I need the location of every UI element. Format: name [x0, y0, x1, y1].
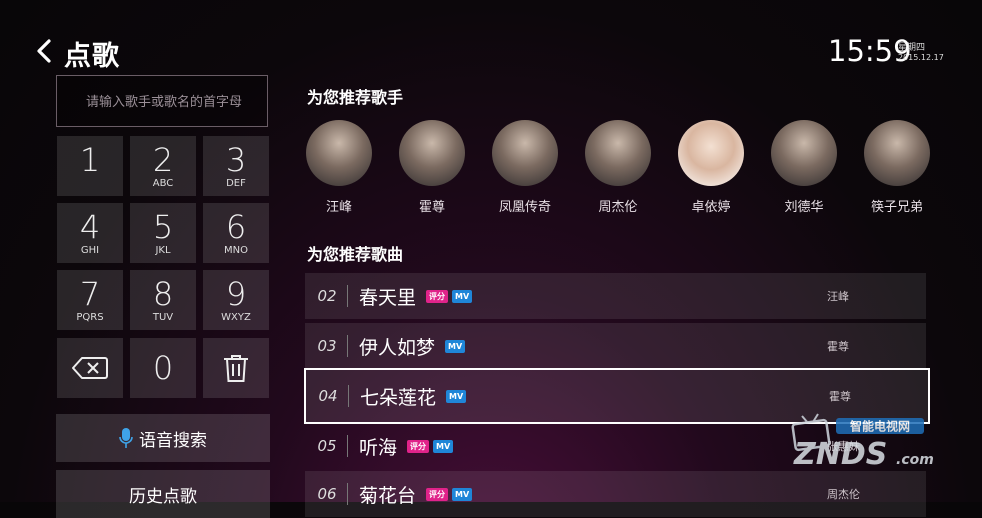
watermark-brand: ZNDS	[793, 437, 887, 472]
key-digit: 3	[225, 140, 247, 179]
mv-badge: MV	[433, 439, 454, 453]
singer-item[interactable]: 汪峰	[299, 120, 379, 215]
mv-badge: MV	[452, 487, 473, 501]
back-icon[interactable]	[34, 38, 56, 64]
divider	[347, 335, 348, 357]
key-9[interactable]: 9 WXYZ	[203, 270, 269, 330]
avatar	[585, 120, 651, 186]
mv-badge: MV	[446, 389, 467, 403]
song-title: 听海	[359, 436, 398, 459]
recommended-singers-title: 为您推荐歌手	[307, 88, 404, 107]
song-artist: 霍尊	[827, 340, 849, 353]
voice-search-button[interactable]: 语音搜索	[56, 414, 270, 462]
singer-name: 凤凰传奇	[498, 200, 551, 215]
key-letters: MNO	[224, 244, 248, 256]
key-digit: 1	[79, 140, 101, 179]
score-badge: 评分	[426, 289, 449, 303]
score-badge: 评分	[426, 487, 449, 501]
song-row[interactable]: 03 伊人如梦 MV 霍尊	[305, 323, 926, 369]
voice-search-label: 语音搜索	[139, 430, 207, 451]
score-badge: 评分	[407, 439, 430, 453]
singer-name: 刘德华	[784, 200, 824, 215]
backspace-icon	[72, 357, 108, 379]
key-7[interactable]: 7 PQRS	[57, 270, 123, 330]
key-2[interactable]: 2 ABC	[130, 136, 196, 196]
avatar	[399, 120, 465, 186]
singer-item[interactable]: 周杰伦	[578, 120, 658, 215]
key-4[interactable]: 4 GHI	[57, 203, 123, 263]
song-title: 春天里	[359, 286, 417, 309]
avatar	[492, 120, 558, 186]
backspace-key[interactable]	[57, 338, 123, 398]
page-title: 点歌	[64, 41, 120, 72]
history-button[interactable]: 历史点歌	[56, 470, 270, 518]
key-3[interactable]: 3 DEF	[203, 136, 269, 196]
divider	[348, 385, 349, 407]
singer-item[interactable]: 霍尊	[392, 120, 472, 215]
singer-item[interactable]: 筷子兄弟	[857, 120, 937, 215]
song-number: 06	[317, 485, 337, 503]
key-5[interactable]: 5 JKL	[130, 203, 196, 263]
singer-item[interactable]: 卓依婷	[671, 120, 751, 215]
watermark-domain: .com	[896, 452, 934, 468]
weekday-label: 星期四	[898, 43, 926, 53]
singer-name: 周杰伦	[598, 200, 638, 215]
song-artist: 汪峰	[827, 290, 849, 303]
key-digit: 4	[79, 207, 101, 246]
key-letters: TUV	[152, 311, 174, 323]
key-letters: WXYZ	[221, 311, 251, 323]
singer-item[interactable]: 刘德华	[764, 120, 844, 215]
mv-badge: MV	[445, 339, 466, 353]
song-row[interactable]: 06 菊花台 评分 MV 周杰伦	[305, 471, 926, 517]
key-digit: 2	[152, 140, 174, 179]
song-title: 七朵莲花	[360, 386, 437, 409]
key-letters: GHI	[80, 244, 100, 256]
history-label: 历史点歌	[129, 486, 197, 507]
song-title: 伊人如梦	[359, 336, 436, 359]
search-box[interactable]	[56, 75, 271, 128]
mv-badge: MV	[452, 289, 473, 303]
key-8[interactable]: 8 TUV	[130, 270, 196, 330]
song-artist: 周杰伦	[827, 488, 860, 501]
key-digit: 0	[152, 349, 174, 387]
avatar	[771, 120, 837, 186]
recommended-songs-title: 为您推荐歌曲	[307, 245, 404, 264]
key-letters: PQRS	[76, 311, 104, 323]
key-digit: 5	[152, 207, 174, 246]
microphone-icon	[119, 428, 133, 448]
key-0[interactable]: 0	[130, 338, 196, 398]
key-1[interactable]: 1	[57, 136, 123, 196]
singer-name: 筷子兄弟	[870, 200, 923, 215]
singer-item[interactable]: 凤凰传奇	[485, 120, 565, 215]
key-digit: 7	[79, 274, 101, 313]
znds-watermark-logo: 智能电视网 ZNDS .com	[791, 413, 934, 472]
divider	[347, 435, 348, 457]
singer-name: 汪峰	[325, 200, 352, 215]
song-title: 菊花台	[359, 484, 417, 507]
key-letters: DEF	[226, 177, 246, 189]
avatar	[678, 120, 744, 186]
song-number: 02	[317, 287, 337, 305]
song-number: 04	[318, 387, 338, 405]
song-row[interactable]: 02 春天里 评分 MV 汪峰	[305, 273, 926, 319]
key-digit: 9	[225, 274, 247, 313]
clear-key[interactable]	[203, 338, 269, 398]
song-artist: 霍尊	[829, 390, 851, 403]
song-number: 05	[317, 437, 337, 455]
trash-icon	[224, 355, 248, 382]
singer-name: 霍尊	[418, 200, 445, 215]
singer-name: 卓依婷	[691, 200, 731, 215]
divider	[347, 285, 348, 307]
song-number: 03	[317, 337, 337, 355]
avatar	[306, 120, 372, 186]
key-letters: ABC	[152, 177, 174, 189]
search-input[interactable]	[57, 76, 271, 128]
avatar	[864, 120, 930, 186]
key-letters: JKL	[155, 244, 171, 256]
key-digit: 6	[225, 207, 247, 246]
watermark-tagline: 智能电视网	[849, 419, 910, 434]
date-label: 2015.12.17	[898, 53, 944, 62]
key-digit: 8	[152, 274, 174, 313]
key-6[interactable]: 6 MNO	[203, 203, 269, 263]
